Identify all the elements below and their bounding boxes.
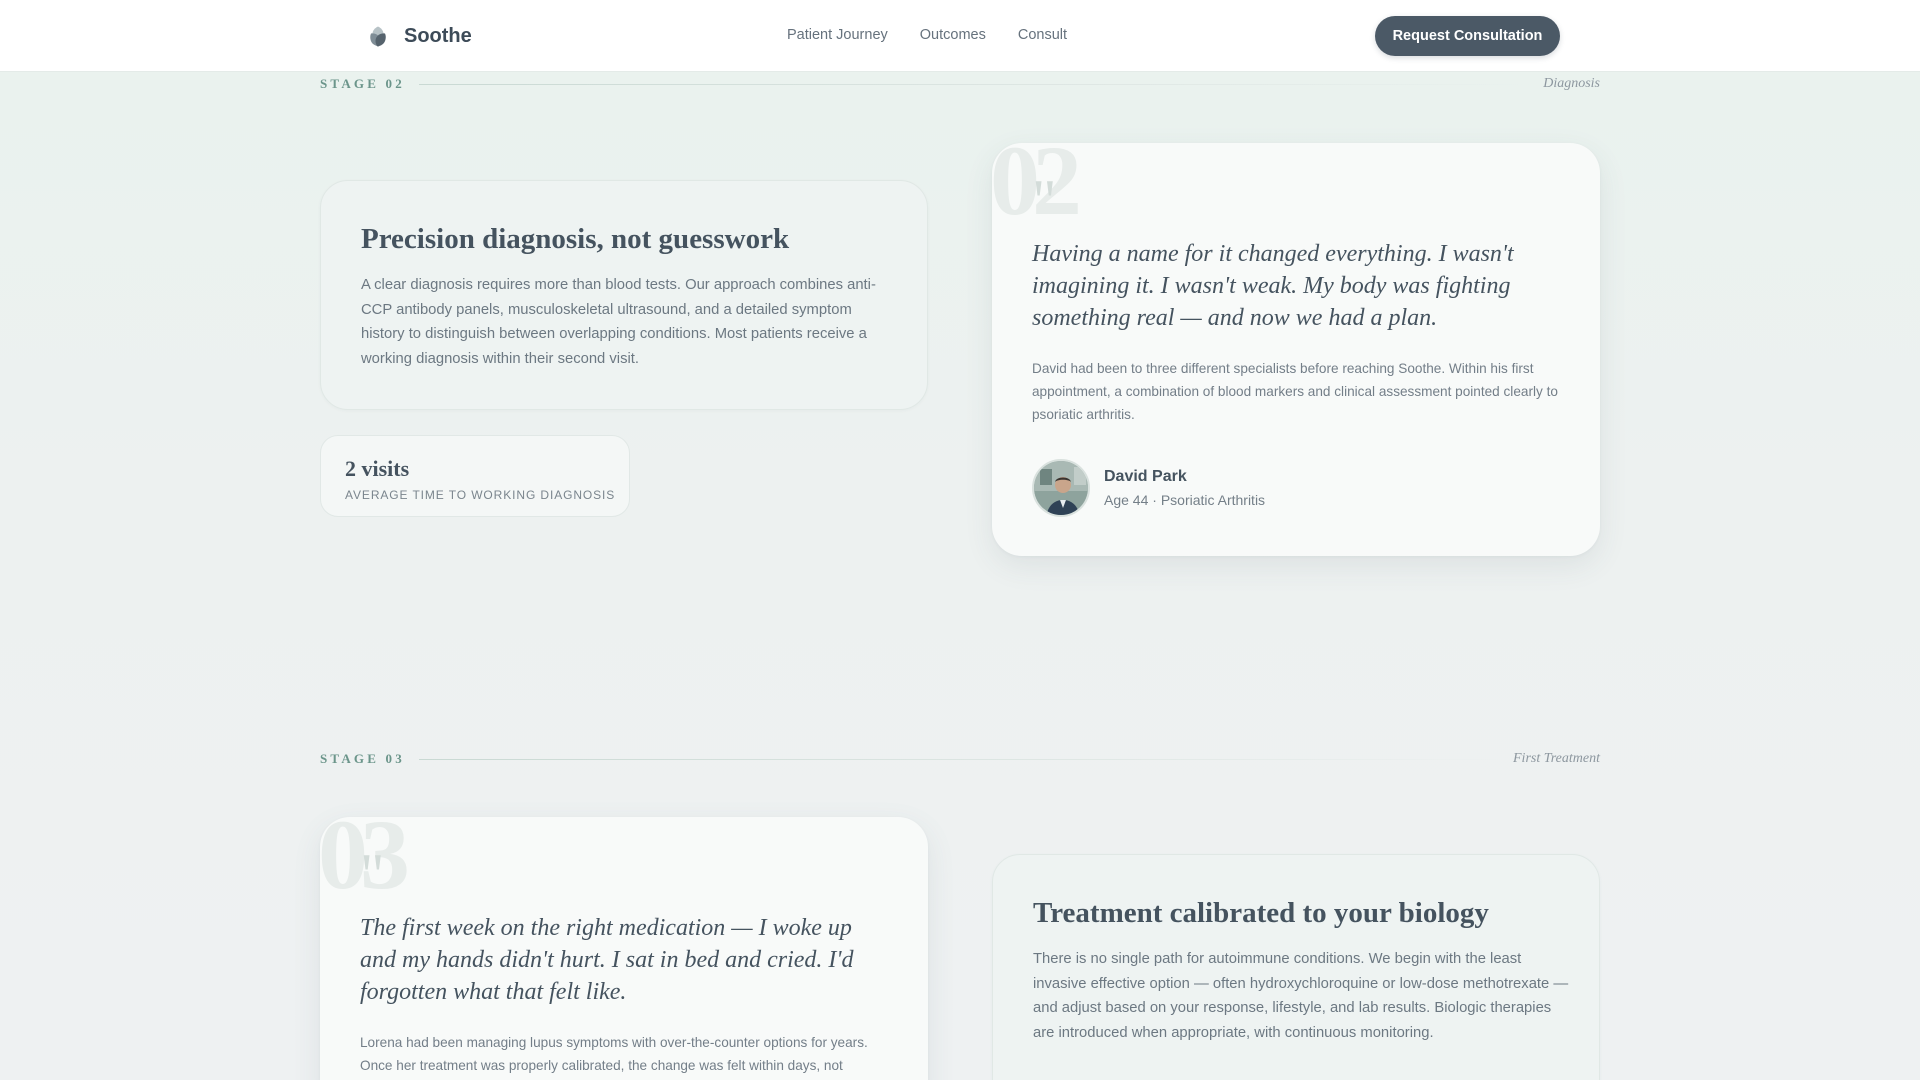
nav-link-outcomes[interactable]: Outcomes bbox=[920, 27, 986, 43]
soothe-logo-icon bbox=[370, 26, 386, 47]
testimonial-quote: Having a name for it changed everything.… bbox=[1032, 241, 1514, 331]
stat-label: AVERAGE TIME TO WORKING DIAGNOSIS bbox=[345, 488, 616, 502]
brand-name: Soothe bbox=[404, 24, 472, 47]
info-card-body: There is no single path for autoimmune c… bbox=[1033, 951, 1569, 1041]
testimonial-story: David had been to three different specia… bbox=[1032, 361, 1558, 422]
author-meta: Age 44 · Psoriatic Arthritis bbox=[1104, 492, 1266, 508]
treatment-info-card: Treatment calibrated to your biology The… bbox=[992, 854, 1600, 1080]
stage-divider bbox=[418, 758, 1501, 760]
info-card-title: Treatment calibrated to your biology bbox=[1033, 897, 1489, 929]
brand[interactable]: Soothe bbox=[366, 24, 472, 48]
info-card-title: Precision diagnosis, not guesswork bbox=[361, 223, 790, 255]
request-consultation-button[interactable]: Request Consultation bbox=[1375, 16, 1560, 56]
nav-links: Patient Journey Outcomes Consult bbox=[787, 27, 1099, 43]
stage-label: STAGE 03 bbox=[320, 751, 405, 766]
stat-value: 2 visits bbox=[345, 456, 410, 481]
quote-mark-icon: " bbox=[360, 842, 385, 908]
testimonial-author: David Park Age 44 · Psoriatic Arthritis bbox=[1032, 459, 1265, 517]
stage-name: Diagnosis bbox=[1543, 76, 1600, 91]
testimonial-quote: The first week on the right medication —… bbox=[360, 915, 854, 1005]
stage-03-header: STAGE 03 First Treatment bbox=[320, 749, 1600, 769]
person-avatar-icon bbox=[1034, 461, 1088, 515]
avatar bbox=[1032, 459, 1090, 517]
nav-link-consult[interactable]: Consult bbox=[1018, 27, 1067, 43]
lorena-testimonial-card: 03 " The first week on the right medicat… bbox=[320, 817, 928, 1080]
david-park-testimonial-card: 02 " Having a name for it changed everyt… bbox=[992, 143, 1600, 556]
diagnosis-stat-card: 2 visits AVERAGE TIME TO WORKING DIAGNOS… bbox=[320, 435, 630, 517]
testimonial-story: Lorena had been managing lupus symptoms … bbox=[360, 1035, 868, 1073]
page-background bbox=[0, 0, 1920, 1080]
stage-02-header: STAGE 02 Diagnosis bbox=[320, 74, 1600, 94]
nav-link-patient-journey[interactable]: Patient Journey bbox=[787, 27, 888, 43]
stage-name: First Treatment bbox=[1513, 751, 1600, 766]
stage-divider bbox=[418, 83, 1532, 85]
author-name: David Park bbox=[1104, 468, 1187, 485]
stage-label: STAGE 02 bbox=[320, 76, 405, 91]
top-navigation: Soothe Patient Journey Outcomes Consult … bbox=[0, 0, 1920, 72]
quote-mark-icon: " bbox=[1032, 168, 1057, 234]
info-card-body: A clear diagnosis requires more than blo… bbox=[361, 277, 876, 367]
diagnosis-info-card: Precision diagnosis, not guesswork A cle… bbox=[320, 180, 928, 410]
